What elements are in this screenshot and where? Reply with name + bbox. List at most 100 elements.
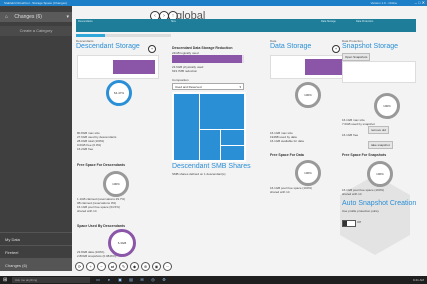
open-snapshots-button[interactable]: Open Snapshots: [342, 53, 371, 61]
move-icon[interactable]: ⇄: [108, 262, 117, 271]
shield-watermark-icon: [340, 175, 410, 255]
descendant-donut: 64.47%: [106, 80, 132, 106]
edge-icon[interactable]: e: [106, 277, 112, 283]
chevron-down-icon: ▾: [239, 85, 241, 89]
stat-line: 16.1GB free: [342, 133, 359, 137]
free-space-snapshots-donut-label: 100%: [376, 172, 384, 176]
reduction-stat: 633.7MB reduction: [172, 69, 198, 73]
windows-start-icon[interactable]: ⊞: [3, 277, 9, 283]
composition-treemap[interactable]: [172, 92, 246, 162]
data-storage-donut: 100%: [295, 82, 321, 108]
remove-icon[interactable]: −: [97, 262, 106, 271]
task-view-icon[interactable]: ▭: [95, 277, 101, 283]
sidebar-item-my-data[interactable]: My Data: [0, 232, 72, 245]
stat-line: shared with 14: [270, 190, 290, 194]
taskbar: ⊞ Ask me anything ▭ e ▣ ▤ ✉ ◎ ⚙ 9:41 AM: [0, 276, 427, 284]
composition-label: Composition: [172, 78, 189, 82]
strip-label-descendants: Descendants: [78, 20, 93, 23]
free-space-snapshots-title: Free Space For Snapshots: [342, 153, 387, 157]
create-category-button[interactable]: Create a Category: [0, 26, 72, 36]
descendant-donut-label: 64.47%: [113, 91, 125, 95]
stat-line: 16.2GB free: [77, 147, 94, 151]
data-storage-donut-label: 100%: [304, 93, 312, 97]
reduction-bar-fill: [172, 55, 242, 63]
auto-snapshot-text: Use profile protection policy: [342, 209, 379, 213]
home-icon: ⌂: [5, 14, 9, 20]
treemap-block[interactable]: [199, 129, 221, 161]
data-storage-expand-icon[interactable]: +: [332, 45, 340, 53]
descendant-smb-title: Descendant SMB Shares: [172, 163, 251, 170]
folder-icon[interactable]: ▣: [117, 277, 123, 283]
system-clock[interactable]: 9:41 AM: [413, 276, 424, 284]
sidebar: ⌂ Changes (6) ▾ Create a Category My Dat…: [0, 6, 72, 271]
free-space-donut: 100%: [103, 171, 129, 197]
data-storage-reduction-title: Descendant Data Storage Reduction: [172, 46, 233, 50]
snapshot-chart: [342, 61, 416, 83]
snapshot-stats: 16.1GB max size 7.0GB used by snapshot: [342, 118, 375, 126]
snapshot-storage-title: Snapshot Storage: [342, 43, 399, 50]
treemap-block[interactable]: [173, 93, 200, 161]
free-space-data-donut-label: 100%: [304, 171, 312, 175]
protect-icon[interactable]: ◆: [130, 262, 139, 271]
stat-line: 16.1GB available for data: [270, 139, 304, 143]
sidebar-item-changes[interactable]: Changes (6): [0, 258, 72, 271]
taskbar-search-box[interactable]: Ask me anything: [12, 277, 90, 283]
free-space-snapshots-stats: 16.1GB pool free space (100%) shared wit…: [342, 188, 384, 196]
action-toolbar: ⟳ + − ⇄ ✎ ◆ ⊕ ◉ ⋯: [75, 262, 185, 272]
data-storage-title: Data Storage: [270, 43, 312, 50]
data-storage-stats: 16.1GB max size 1946B used by data 16.1G…: [270, 131, 304, 143]
data-storage-chart: [270, 55, 347, 79]
treemap-block[interactable]: [220, 129, 245, 146]
strip-label-protection: Data Protection: [356, 20, 374, 23]
space-used-donut-label: 6.3GB: [117, 240, 127, 245]
stat-line: 2.80GB snapshots (0.0846%): [77, 254, 117, 258]
add-icon[interactable]: +: [86, 262, 95, 271]
free-space-data-donut: 100%: [295, 160, 321, 186]
descendant-storage-chart: [77, 55, 159, 79]
snapshot-icon[interactable]: ◉: [152, 262, 161, 271]
free-space-snapshots-donut: 100%: [367, 161, 393, 187]
sidebar-item-fireteel[interactable]: Fireteel: [0, 245, 72, 258]
composition-dropdown-value: Used and Reserved: [175, 85, 202, 89]
descendant-stats: 80.8GB max size 27.6GB used by descendan…: [77, 131, 116, 151]
auto-snapshot-toggle[interactable]: [342, 220, 356, 227]
storage-bar: [113, 60, 155, 74]
space-used-descendants-title: Space Used By Descendants: [77, 224, 126, 228]
reduction-bar: [172, 55, 244, 63]
auto-snapshot-title: Auto Snapshot Creation: [342, 200, 417, 207]
refresh-icon[interactable]: ⟳: [75, 262, 84, 271]
more-icon[interactable]: ⋯: [163, 262, 172, 271]
toggle-knob: [343, 221, 347, 226]
free-space-descendants-title: Free Space For Descendants: [77, 163, 126, 167]
free-space-data-title: Free Space For Data: [270, 153, 304, 157]
treemap-block[interactable]: [220, 145, 245, 161]
loading-progress-bar: [76, 34, 171, 37]
stat-line: shared with 14: [77, 209, 97, 213]
header-strip: Descendants Size Data Storage Data Prote…: [76, 19, 416, 32]
strip-label-data: Data Storage: [321, 20, 336, 23]
free-space-donut-label: 100%: [112, 182, 120, 186]
shares-icon[interactable]: ⊕: [141, 262, 150, 271]
space-used-stats-lines: 23.8GB data (100%) 2.80GB snapshots (0.0…: [77, 250, 116, 258]
snapshot-donut-label: 100%: [383, 104, 391, 108]
free-space-data-stats: 16.1GB pool free space (100%) shared wit…: [270, 186, 312, 194]
composition-dropdown[interactable]: Used and Reserved ▾: [172, 83, 244, 90]
free-space-stats: 1.1GB claimed (reservations 29.7%) 0B cl…: [77, 197, 125, 213]
snapshot-donut: 100%: [374, 93, 400, 119]
descendants-expand-icon[interactable]: +: [148, 45, 156, 53]
chevron-down-icon[interactable]: ▾: [66, 12, 69, 22]
stat-line: shared with 14: [342, 192, 362, 196]
progress-fill: [76, 34, 105, 37]
data-storage-bar: [305, 59, 343, 75]
settings-icon[interactable]: ⚙: [161, 277, 167, 283]
sidebar-category-selector[interactable]: ⌂ Changes (6) ▾: [0, 12, 72, 22]
remove-old-button[interactable]: remove old: [368, 126, 389, 134]
store-icon[interactable]: ▤: [128, 277, 134, 283]
sidebar-header-label: Changes (6): [14, 14, 42, 20]
app-icon[interactable]: ◎: [150, 277, 156, 283]
take-snapshot-button[interactable]: take snapshot: [368, 141, 393, 149]
strip-label-size: Size: [171, 20, 176, 23]
mail-icon[interactable]: ✉: [139, 277, 145, 283]
treemap-block[interactable]: [199, 93, 245, 130]
rename-icon[interactable]: ✎: [119, 262, 128, 271]
